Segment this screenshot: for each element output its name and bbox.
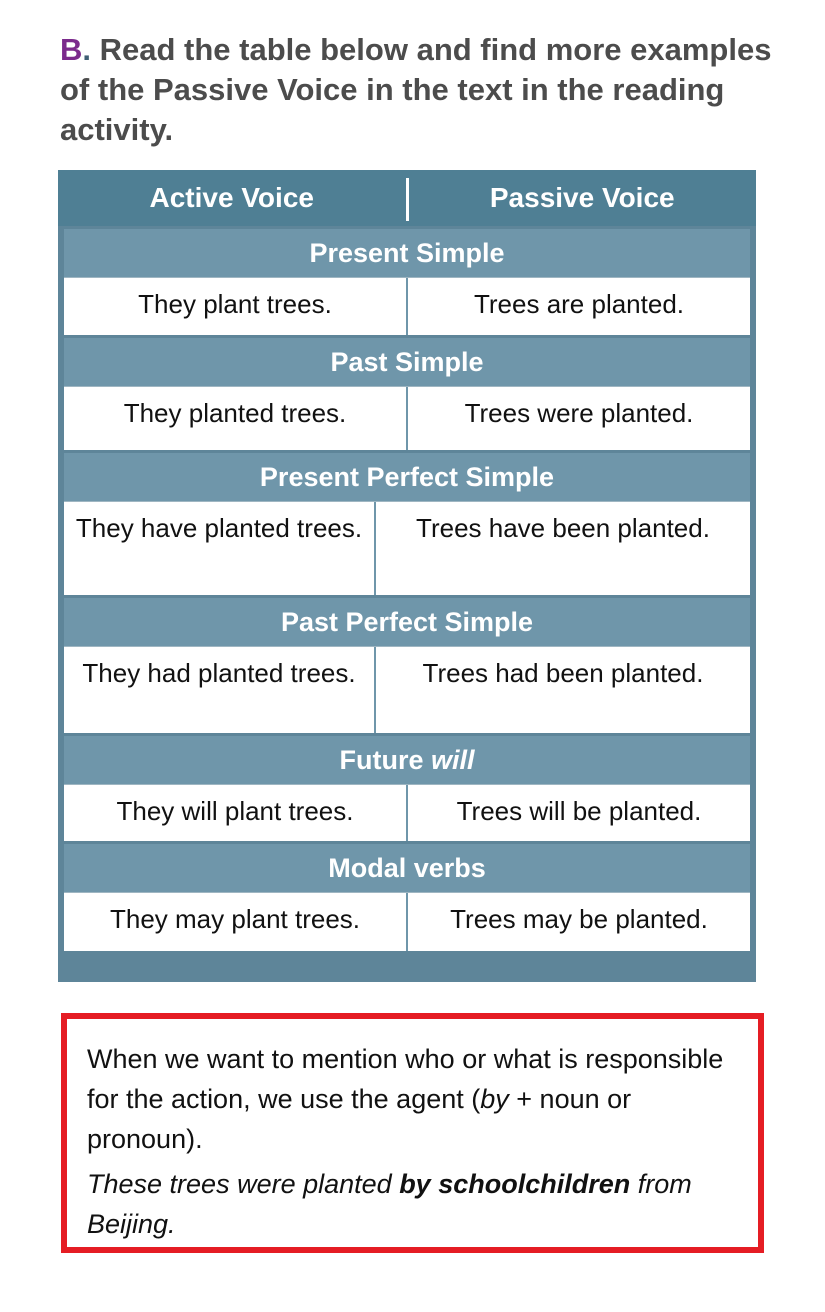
exercise-letter: B [60, 32, 83, 67]
passive-cell: Trees have been planted. [416, 513, 710, 543]
section-title-italic: will [430, 744, 475, 775]
exercise-letter-dot: . [82, 32, 92, 67]
section-modal-verbs: Modal verbs [64, 844, 750, 892]
table-row: They had planted trees. Trees had been p… [64, 646, 750, 733]
active-cell: They had planted trees. [82, 658, 356, 688]
section-title-plain: Future [339, 744, 431, 775]
example-agent: by schoolchildren [399, 1169, 631, 1199]
active-cell: They planted trees. [123, 398, 347, 428]
page: B. Read the table below and find more ex… [0, 0, 825, 1312]
agent-rule: When we want to mention who or what is r… [87, 1039, 732, 1159]
active-cell: They plant trees. [138, 289, 332, 319]
section-future-will: Future will [64, 736, 750, 784]
section-past-perfect-simple: Past Perfect Simple [64, 598, 750, 646]
passive-cell: Trees will be planted. [456, 796, 702, 826]
voice-table: Active Voice Passive Voice Present Simpl… [58, 170, 756, 982]
section-past-simple: Past Simple [64, 338, 750, 386]
table-row: They have planted trees. Trees have been… [64, 501, 750, 595]
passive-cell: Trees were planted. [464, 398, 694, 428]
passive-cell: Trees may be planted. [450, 904, 708, 934]
table-header: Active Voice Passive Voice [58, 170, 756, 226]
rule-text-by: by [480, 1084, 509, 1114]
section-present-perfect-simple: Present Perfect Simple [64, 453, 750, 501]
agent-example: These trees were planted by schoolchildr… [87, 1164, 732, 1244]
exercise-instruction: B. Read the table below and find more ex… [60, 30, 780, 150]
instruction-text: Read the table below and find more examp… [60, 32, 772, 147]
active-cell: They have planted trees. [75, 513, 363, 543]
table-row: They planted trees. Trees were planted. [64, 386, 750, 450]
table-row: They may plant trees. Trees may be plant… [64, 892, 750, 951]
table-row: They will plant trees. Trees will be pla… [64, 784, 750, 841]
passive-cell: Trees had been planted. [422, 658, 704, 688]
section-present-simple: Present Simple [64, 229, 750, 277]
example-text-1: These trees were planted [87, 1169, 400, 1199]
table-row: They plant trees. Trees are planted. [64, 277, 750, 335]
passive-voice-header: Passive Voice [489, 182, 675, 213]
active-voice-header: Active Voice [149, 182, 314, 213]
agent-note-box: When we want to mention who or what is r… [61, 1013, 764, 1253]
passive-cell: Trees are planted. [473, 289, 685, 319]
active-cell: They will plant trees. [116, 796, 354, 826]
active-cell: They may plant trees. [110, 904, 360, 934]
